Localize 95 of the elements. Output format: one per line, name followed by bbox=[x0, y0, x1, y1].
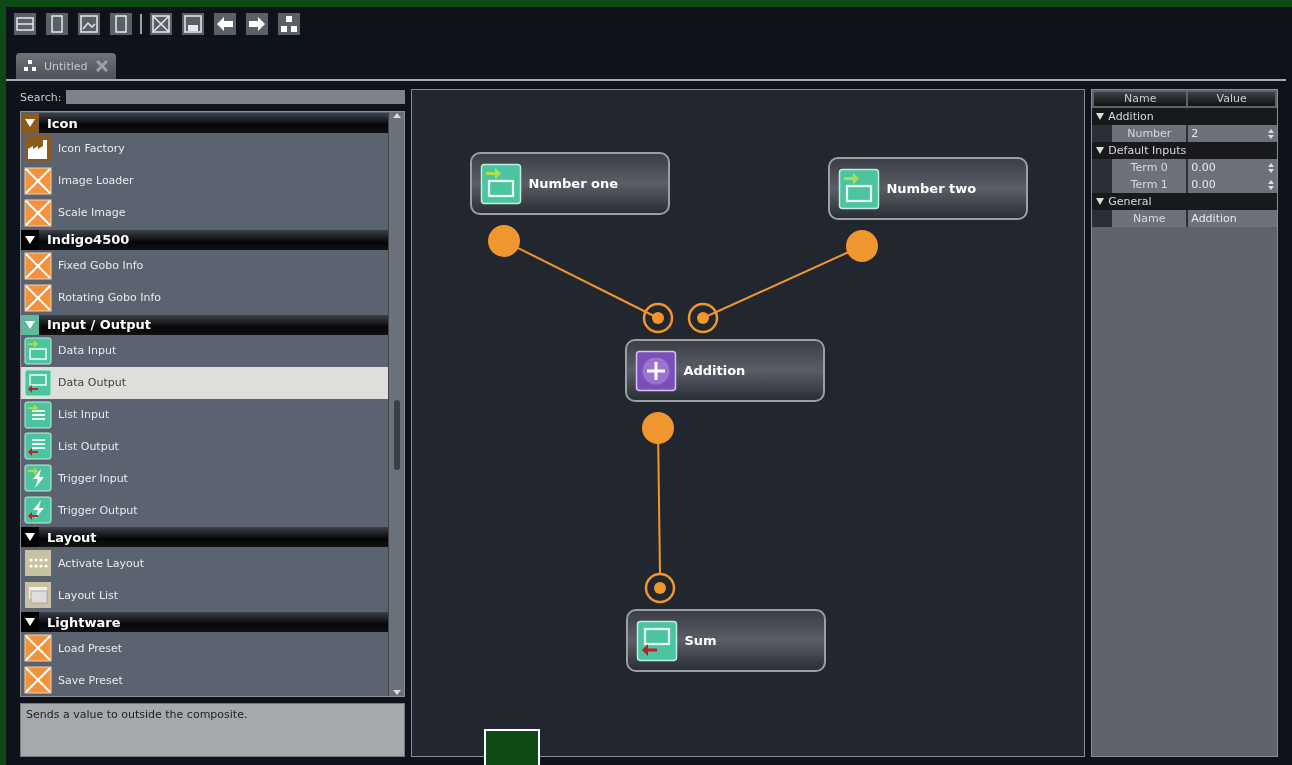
category-header[interactable]: Input / Output bbox=[21, 314, 389, 335]
property-name: Number bbox=[1112, 125, 1187, 142]
library-item[interactable]: Trigger Output bbox=[21, 494, 389, 527]
property-value[interactable]: 2 bbox=[1188, 125, 1277, 142]
toolbar-button[interactable] bbox=[108, 12, 134, 36]
lightning-input-icon bbox=[24, 464, 52, 493]
library-item[interactable]: Save Preset bbox=[21, 664, 389, 696]
search-label: Search: bbox=[20, 90, 62, 104]
data-output-icon bbox=[636, 619, 679, 662]
crossed-square-icon bbox=[24, 283, 52, 312]
toolbar-button[interactable] bbox=[12, 12, 38, 36]
column-header[interactable]: Value bbox=[1188, 92, 1275, 106]
graph-node[interactable]: Number two bbox=[828, 157, 1029, 220]
scrollbar[interactable] bbox=[388, 112, 405, 696]
list-output-icon bbox=[24, 432, 52, 461]
library-item[interactable]: Rotating Gobo Info bbox=[21, 281, 389, 314]
panel-icon bbox=[14, 13, 36, 35]
toolbar-button[interactable] bbox=[44, 12, 70, 36]
save-icon bbox=[182, 13, 204, 35]
data-output-icon bbox=[24, 368, 52, 397]
graph-node[interactable]: Number one bbox=[470, 152, 671, 215]
toolbar-button[interactable] bbox=[180, 12, 206, 36]
image-icon bbox=[78, 13, 100, 35]
crossed-square-icon bbox=[24, 666, 52, 695]
library-item[interactable]: Load Preset bbox=[21, 632, 389, 665]
input-port[interactable] bbox=[645, 572, 676, 604]
data-input-icon bbox=[24, 336, 52, 365]
toolbar-button[interactable] bbox=[76, 12, 102, 36]
input-port[interactable] bbox=[643, 302, 674, 334]
library-item[interactable]: Activate Layout bbox=[21, 547, 389, 580]
library-item[interactable]: Trigger Input bbox=[21, 462, 389, 495]
hierarchy-icon bbox=[24, 60, 36, 72]
scroll-down-icon[interactable] bbox=[392, 688, 401, 696]
page-icon bbox=[46, 13, 68, 35]
property-name: Name bbox=[1112, 210, 1187, 227]
library-item[interactable]: List Input bbox=[21, 398, 389, 431]
expand-triangle-icon bbox=[25, 533, 35, 542]
close-icon[interactable] bbox=[95, 60, 108, 72]
property-group[interactable]: Addition bbox=[1092, 108, 1277, 125]
spinner-icon[interactable] bbox=[1268, 179, 1274, 190]
crossed-box-icon bbox=[150, 13, 172, 35]
property-value[interactable]: 0.00 bbox=[1188, 159, 1277, 176]
category-header[interactable]: Layout bbox=[21, 527, 389, 548]
output-port[interactable] bbox=[846, 230, 879, 262]
category-header[interactable]: Lightware bbox=[21, 612, 389, 633]
graph-node[interactable]: Addition bbox=[625, 339, 826, 402]
crossed-square-icon bbox=[24, 634, 52, 663]
stacked-cards-icon bbox=[24, 581, 52, 610]
spinner-icon[interactable] bbox=[1268, 162, 1274, 173]
column-header[interactable]: Name bbox=[1094, 92, 1187, 106]
library-item[interactable]: Fixed Gobo Info bbox=[21, 249, 389, 282]
expand-triangle-icon bbox=[25, 119, 35, 127]
description-text: Sends a value to outside the composite. bbox=[20, 703, 406, 757]
number-input-icon bbox=[480, 162, 523, 205]
output-port[interactable] bbox=[642, 412, 675, 444]
library-item[interactable]: List Output bbox=[21, 430, 389, 463]
number-input-icon bbox=[838, 167, 881, 210]
library-item[interactable]: Layout List bbox=[21, 579, 389, 612]
expand-triangle-icon bbox=[25, 235, 35, 244]
crossed-square-icon bbox=[24, 251, 52, 280]
property-name: Term 1 bbox=[1112, 176, 1187, 193]
graph-node[interactable]: Sum bbox=[626, 609, 827, 672]
crossed-square-icon bbox=[24, 166, 52, 195]
search-field[interactable] bbox=[65, 90, 406, 104]
lightning-output-icon bbox=[24, 496, 52, 525]
property-value[interactable]: 0.00 bbox=[1188, 176, 1277, 193]
input-port[interactable] bbox=[688, 302, 719, 334]
property-group[interactable]: Default Inputs bbox=[1092, 142, 1277, 159]
toolbar-button[interactable] bbox=[148, 12, 174, 36]
list-input-icon bbox=[24, 400, 52, 429]
spinner-icon[interactable] bbox=[1268, 128, 1274, 139]
crossed-square-icon bbox=[24, 198, 52, 227]
toolbar-button[interactable] bbox=[244, 12, 270, 36]
output-port[interactable] bbox=[488, 225, 521, 257]
toolbar-button[interactable] bbox=[212, 12, 238, 36]
factory-icon bbox=[24, 134, 52, 163]
document-tab[interactable]: Untitled bbox=[16, 53, 116, 79]
library-item[interactable]: Icon Factory bbox=[21, 133, 389, 165]
plus-icon bbox=[635, 349, 678, 392]
property-value[interactable]: Addition bbox=[1188, 210, 1277, 227]
scroll-up-icon[interactable] bbox=[392, 112, 401, 120]
library-item[interactable]: Data Input bbox=[21, 334, 389, 367]
hierarchy-icon bbox=[278, 13, 300, 35]
toolbar-button[interactable] bbox=[276, 12, 302, 36]
library-item[interactable]: Scale Image bbox=[21, 196, 389, 229]
category-header[interactable]: Icon bbox=[21, 113, 389, 133]
category-header[interactable]: Indigo4500 bbox=[21, 229, 389, 250]
library-item[interactable]: Image Loader bbox=[21, 164, 389, 197]
expand-triangle-icon bbox=[25, 618, 35, 627]
library-item[interactable]: Data Output bbox=[21, 366, 389, 399]
property-group[interactable]: General bbox=[1092, 193, 1277, 210]
expand-triangle-icon bbox=[25, 320, 35, 329]
property-name: Term 0 bbox=[1112, 159, 1187, 176]
dot-grid-icon bbox=[24, 549, 52, 578]
page-icon bbox=[110, 13, 132, 35]
